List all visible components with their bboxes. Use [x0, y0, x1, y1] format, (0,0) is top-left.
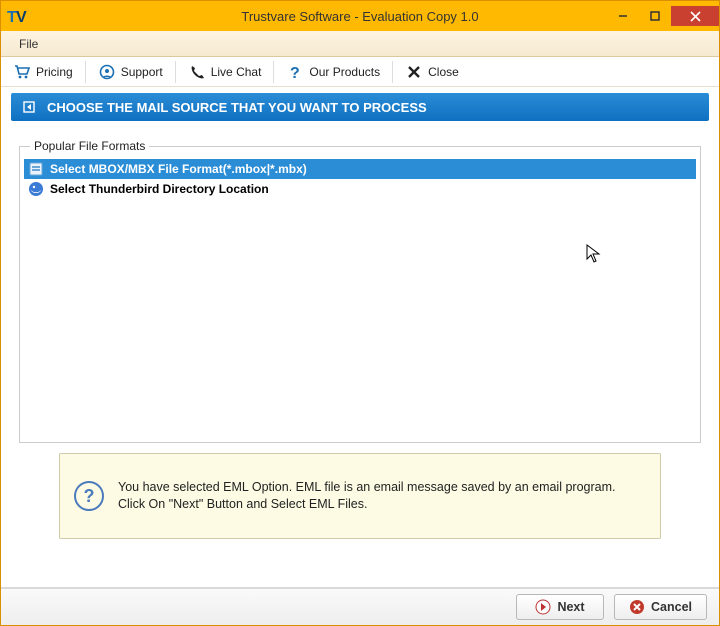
pricing-button[interactable]: Pricing [5, 60, 81, 84]
minimize-button[interactable] [607, 6, 639, 26]
separator [85, 61, 86, 83]
headset-icon [98, 63, 116, 81]
cancel-button[interactable]: Cancel [614, 594, 707, 620]
window-controls [607, 6, 719, 26]
separator [273, 61, 274, 83]
option-thunderbird[interactable]: Select Thunderbird Directory Location [24, 179, 696, 199]
toolbar: Pricing Support Live Chat ? Our Products [1, 57, 719, 87]
titlebar: T V Trustvare Software - Evaluation Copy… [1, 1, 719, 31]
next-button[interactable]: Next [516, 594, 604, 620]
info-panel: ? You have selected EML Option. EML file… [59, 453, 661, 539]
footer: Next Cancel [1, 587, 719, 625]
our-products-label: Our Products [309, 65, 380, 79]
info-text: You have selected EML Option. EML file i… [118, 479, 646, 514]
file-icon [28, 161, 44, 177]
cancel-label: Cancel [651, 600, 692, 614]
close-window-button[interactable] [671, 6, 719, 26]
group-legend: Popular File Formats [30, 139, 149, 153]
live-chat-button[interactable]: Live Chat [180, 60, 270, 84]
our-products-button[interactable]: ? Our Products [278, 60, 388, 84]
support-label: Support [121, 65, 163, 79]
live-chat-label: Live Chat [211, 65, 262, 79]
app-icon: T V [5, 3, 31, 29]
banner-text: CHOOSE THE MAIL SOURCE THAT YOU WANT TO … [47, 100, 427, 115]
option-label: Select MBOX/MBX File Format(*.mbox|*.mbx… [50, 162, 307, 176]
option-label: Select Thunderbird Directory Location [50, 182, 269, 196]
cart-icon [13, 63, 31, 81]
next-label: Next [557, 600, 584, 614]
menubar: File [1, 31, 719, 57]
process-icon [21, 99, 37, 115]
svg-text:V: V [16, 9, 27, 26]
phone-icon [188, 63, 206, 81]
support-button[interactable]: Support [90, 60, 171, 84]
next-icon [535, 599, 551, 615]
popular-file-formats-group: Popular File Formats Select MBOX/MBX Fil… [19, 139, 701, 443]
menu-file[interactable]: File [9, 34, 48, 54]
help-icon: ? [74, 481, 104, 511]
toolbar-close-label: Close [428, 65, 459, 79]
question-icon: ? [286, 63, 304, 81]
toolbar-close-button[interactable]: Close [397, 60, 467, 84]
banner: CHOOSE THE MAIL SOURCE THAT YOU WANT TO … [11, 93, 709, 121]
maximize-button[interactable] [639, 6, 671, 26]
svg-text:?: ? [290, 65, 300, 81]
option-list: Select MBOX/MBX File Format(*.mbox|*.mbx… [24, 159, 696, 199]
thunderbird-icon [28, 181, 44, 197]
option-mbox[interactable]: Select MBOX/MBX File Format(*.mbox|*.mbx… [24, 159, 696, 179]
close-icon [405, 63, 423, 81]
separator [175, 61, 176, 83]
content-area: Popular File Formats Select MBOX/MBX Fil… [1, 121, 719, 587]
main-window: T V Trustvare Software - Evaluation Copy… [0, 0, 720, 626]
pricing-label: Pricing [36, 65, 73, 79]
cancel-icon [629, 599, 645, 615]
separator [392, 61, 393, 83]
